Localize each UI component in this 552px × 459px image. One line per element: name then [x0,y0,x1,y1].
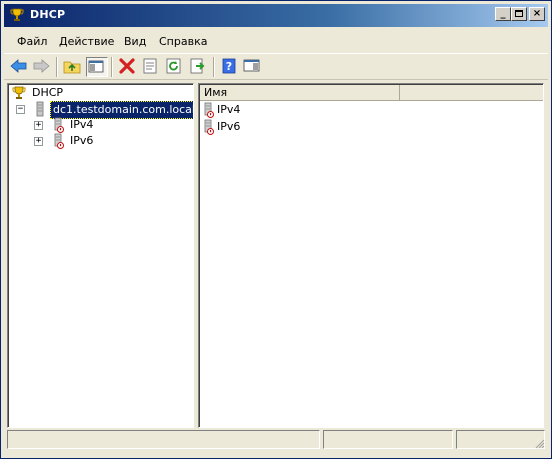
back-arrow-icon [10,59,27,73]
console-tree[interactable]: DHCP − dc1.testdomain.com.local + IPv4 + [7,83,194,428]
menu-bar: Файл Действие Вид Справка [4,31,548,53]
tree-root-label: DHCP [32,86,64,99]
tree-ipv4-node[interactable]: + IPv4 [10,117,130,133]
mmc-window: DHCP _ × Файл Действие Вид Справка ? DHC… [0,0,552,459]
show-hide-action-pane-button[interactable] [242,57,264,77]
list-item-label: IPv4 [217,103,241,116]
properties-button[interactable] [140,57,162,77]
list-item-ipv4[interactable]: IPv4 [203,102,263,118]
delete-icon [119,58,135,74]
menu-action[interactable]: Действие [59,35,114,48]
show-hide-action-pane-icon [243,59,260,72]
show-hide-console-tree-button[interactable] [86,57,108,77]
tree-root-dhcp[interactable]: DHCP [10,85,190,101]
expand-toggle[interactable]: + [34,121,43,130]
show-hide-console-tree-icon [88,60,104,73]
column-header-name[interactable]: Имя [200,85,400,101]
export-list-icon [190,58,205,74]
tree-ipv6-node[interactable]: + IPv6 [10,133,130,149]
refresh-button[interactable] [164,57,186,77]
status-panel-middle [323,430,453,449]
list-item-ipv6[interactable]: IPv6 [203,119,263,135]
help-button[interactable]: ? [219,57,241,77]
maximize-button[interactable] [511,7,527,21]
toolbar-separator [213,57,215,77]
delete-button[interactable] [117,57,139,77]
window-title: DHCP [30,8,66,21]
minimize-icon: _ [500,8,506,19]
details-list[interactable]: Имя IPv4 IPv6 [198,83,544,428]
title-bar[interactable]: DHCP _ × [4,4,548,27]
list-item-label: IPv6 [217,120,241,133]
up-one-level-button[interactable] [62,57,84,77]
menu-help[interactable]: Справка [159,35,207,48]
close-button[interactable]: × [529,7,545,21]
tree-ipv6-label: IPv6 [70,134,94,147]
properties-icon [143,58,157,74]
collapse-toggle[interactable]: − [16,105,25,114]
ipv4-server-icon [54,117,64,133]
forward-button[interactable] [31,57,53,77]
back-button[interactable] [9,57,31,77]
toolbar-separator [56,57,58,77]
refresh-icon [166,58,181,74]
export-list-button[interactable] [188,57,210,77]
status-panel-right [456,430,545,449]
maximize-icon [515,10,523,17]
close-icon: × [532,8,542,19]
expand-toggle[interactable]: + [34,137,43,146]
help-icon: ? [222,58,236,74]
resize-grip-icon[interactable] [533,437,545,449]
toolbar: ? [4,53,548,80]
toolbar-separator [111,57,113,77]
dhcp-trophy-icon [10,8,24,21]
server-icon [36,101,44,117]
status-bar [7,430,545,449]
column-header-empty[interactable] [400,85,543,101]
tree-server-node[interactable]: − dc1.testdomain.com.local [10,101,193,119]
up-folder-icon [63,61,81,74]
svg-text:?: ? [226,60,232,73]
minimize-button[interactable]: _ [495,7,511,21]
ipv4-server-icon [204,102,214,118]
forward-arrow-icon [33,59,50,73]
dhcp-trophy-icon [12,86,26,99]
list-header: Имя [200,85,543,101]
menu-file[interactable]: Файл [17,35,47,48]
ipv6-server-icon [204,119,214,135]
status-panel-main [7,430,320,449]
menu-view[interactable]: Вид [124,35,146,48]
ipv6-server-icon [54,133,64,149]
tree-ipv4-label: IPv4 [70,118,94,131]
